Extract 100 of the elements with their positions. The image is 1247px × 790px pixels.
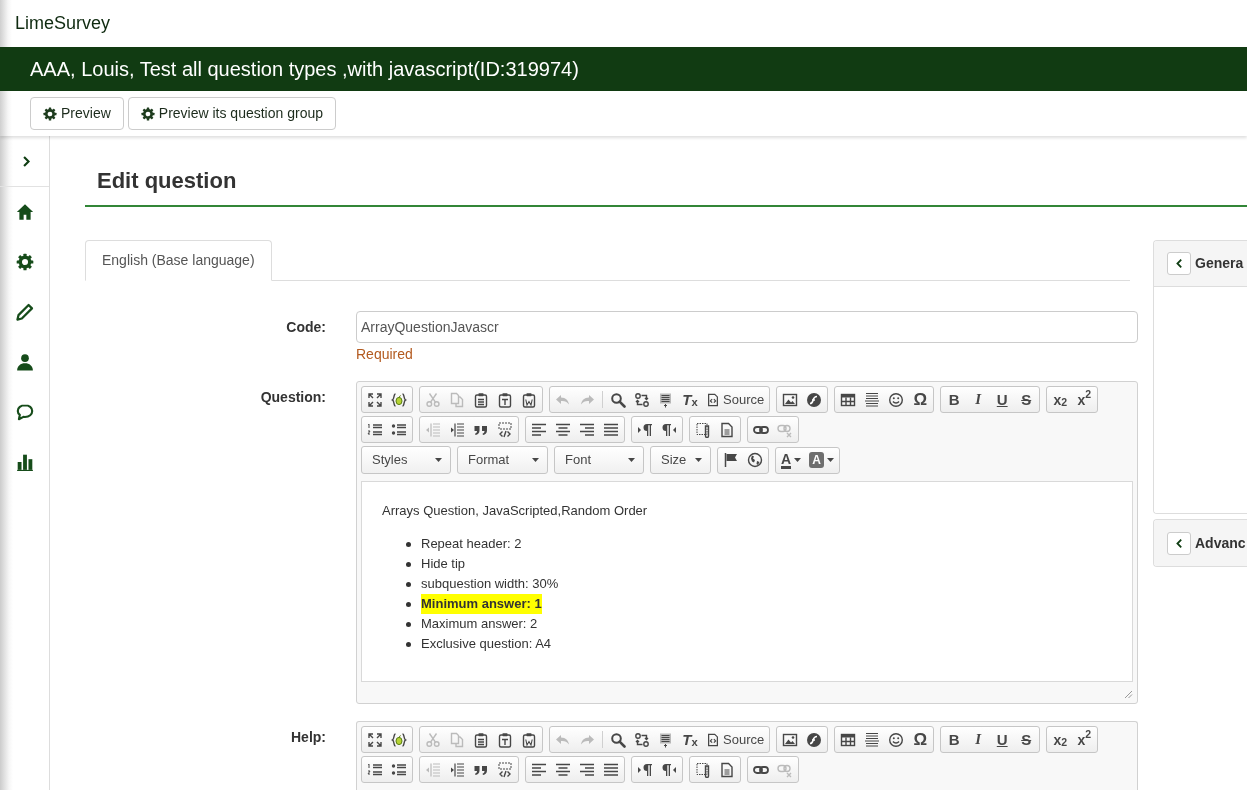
list-item-text: Repeat header: 2 xyxy=(421,535,522,553)
text-block-icon xyxy=(658,391,674,408)
caret-icon xyxy=(695,458,702,462)
panel-toggle-button[interactable] xyxy=(1167,531,1191,555)
align-left-icon xyxy=(531,421,547,438)
resize-grip-icon[interactable] xyxy=(1124,690,1133,699)
survey-title: AAA, Louis, Test all question types ,with javascript(ID:319974) xyxy=(30,57,579,82)
clipboard-text-icon xyxy=(497,391,513,408)
document-icon xyxy=(719,421,735,438)
bullet-icon xyxy=(406,541,411,547)
special-character-button[interactable]: Ω xyxy=(908,728,933,751)
remove-format-button[interactable]: T$_{x}$ xyxy=(678,388,702,411)
underline-button[interactable]: U xyxy=(990,728,1015,751)
special-character-button[interactable]: Ω xyxy=(908,388,933,411)
table-icon xyxy=(840,731,857,748)
list-item-text: Minimum answer: 1 xyxy=(421,594,542,614)
preview-button[interactable]: Preview xyxy=(30,97,124,130)
page-blocks-icon xyxy=(695,761,711,778)
bullet-icon xyxy=(406,581,411,587)
clipboard-icon xyxy=(473,391,489,408)
table-icon xyxy=(840,391,857,408)
subscript-button[interactable]: x$_{2}$ xyxy=(1048,728,1073,751)
list-item-text: Hide tip xyxy=(421,555,466,573)
strikethrough-button[interactable]: S xyxy=(1014,728,1039,751)
field-label: Help: xyxy=(291,728,326,747)
smiley-icon xyxy=(888,731,905,748)
horizontal-lines-icon xyxy=(864,731,881,748)
user-icon[interactable] xyxy=(16,353,34,371)
clipboard-text-icon xyxy=(497,731,513,748)
app-name[interactable]: LimeSurvey xyxy=(15,10,111,37)
bold-button[interactable]: B xyxy=(942,728,967,751)
language-tab[interactable]: English (Base language) xyxy=(85,240,272,281)
align-right-icon xyxy=(579,761,595,778)
flash-disc-icon xyxy=(806,391,823,408)
paragraph-text: Arrays Question, JavaScripted,Random Order xyxy=(382,502,649,520)
subscript-button[interactable]: x$_{2}$ xyxy=(1048,388,1073,411)
bullet-icon xyxy=(406,601,411,607)
code-input[interactable]: ArrayQuestionJavascr xyxy=(356,311,1138,343)
preview-group-button[interactable]: Preview its question group xyxy=(127,97,336,130)
list-item-text: Maximum answer: 2 xyxy=(421,615,538,633)
caret-icon xyxy=(532,458,539,462)
align-justify-icon xyxy=(603,761,619,778)
caret-icon xyxy=(826,458,834,462)
bulleted-list-icon xyxy=(391,761,407,778)
styles-dropdown[interactable]: Styles xyxy=(361,446,451,474)
chevron-left-icon xyxy=(1173,258,1185,269)
superscript-button[interactable]: x$^{2}$ xyxy=(1072,388,1097,411)
align-center-icon xyxy=(555,761,571,778)
image-icon xyxy=(782,391,799,408)
indent-icon xyxy=(449,421,465,438)
container-code-icon xyxy=(497,421,513,438)
align-justify-icon xyxy=(603,421,619,438)
scissors-icon xyxy=(425,731,441,748)
underline-button[interactable]: U xyxy=(990,388,1015,411)
gear-icon xyxy=(140,106,155,121)
page-title: Edit question xyxy=(97,167,238,195)
source-button[interactable]: Source xyxy=(702,728,769,751)
text-color-button[interactable]: A xyxy=(777,448,806,472)
numbered-list-icon xyxy=(367,421,383,438)
copy-pages-icon xyxy=(449,391,465,408)
bullet-icon xyxy=(406,621,411,627)
strikethrough-button[interactable]: S xyxy=(1014,388,1039,411)
font-dropdown[interactable]: Font xyxy=(554,446,644,474)
swap-arrows-icon xyxy=(634,391,650,408)
chevron-left-icon xyxy=(1173,537,1185,549)
clipboard-word-icon xyxy=(521,731,537,748)
align-center-icon xyxy=(555,421,571,438)
source-button[interactable]: Source xyxy=(702,388,769,411)
search-icon xyxy=(610,391,626,408)
braces-fruit-icon xyxy=(391,391,407,408)
background-color-button[interactable]: A xyxy=(805,448,838,472)
indent-icon xyxy=(449,761,465,778)
clipboard-word-icon xyxy=(521,391,537,408)
italic-button[interactable]: I xyxy=(966,388,991,411)
format-dropdown[interactable]: Format xyxy=(457,446,548,474)
outdent-icon xyxy=(425,761,441,778)
editor-content-area[interactable]: Arrays Question, JavaScripted,Random Order Repeat header: 2 Hide tip subquestion width: 30% Minimum answer: 1 Maximum answer: 2 Exclusive question: A4 xyxy=(361,481,1133,682)
braces-fruit-icon xyxy=(391,731,407,748)
bold-button[interactable]: B xyxy=(942,388,967,411)
bar-chart-icon[interactable] xyxy=(16,453,34,471)
superscript-button[interactable]: x$^{2}$ xyxy=(1072,728,1097,751)
remove-format-button[interactable]: T$_{x}$ xyxy=(678,728,702,751)
bulleted-list-icon xyxy=(391,421,407,438)
home-icon[interactable] xyxy=(16,203,34,221)
italic-button[interactable]: I xyxy=(966,728,991,751)
speech-bubble-icon[interactable] xyxy=(16,403,34,421)
pencil-icon[interactable] xyxy=(16,303,34,321)
size-dropdown[interactable]: Size xyxy=(650,446,711,474)
numbered-list-icon xyxy=(367,761,383,778)
caret-icon xyxy=(794,458,802,462)
align-right-icon xyxy=(579,421,595,438)
panel-toggle-button[interactable] xyxy=(1167,252,1191,275)
field-label: Code: xyxy=(286,318,326,337)
expand-arrows-icon xyxy=(367,731,383,748)
smiley-icon xyxy=(888,391,905,408)
settings-icon[interactable] xyxy=(16,253,34,271)
text-block-icon xyxy=(658,731,674,748)
pilcrow-right-icon xyxy=(637,421,653,438)
expand-arrows-icon xyxy=(367,391,383,408)
flash-disc-icon xyxy=(806,731,823,748)
